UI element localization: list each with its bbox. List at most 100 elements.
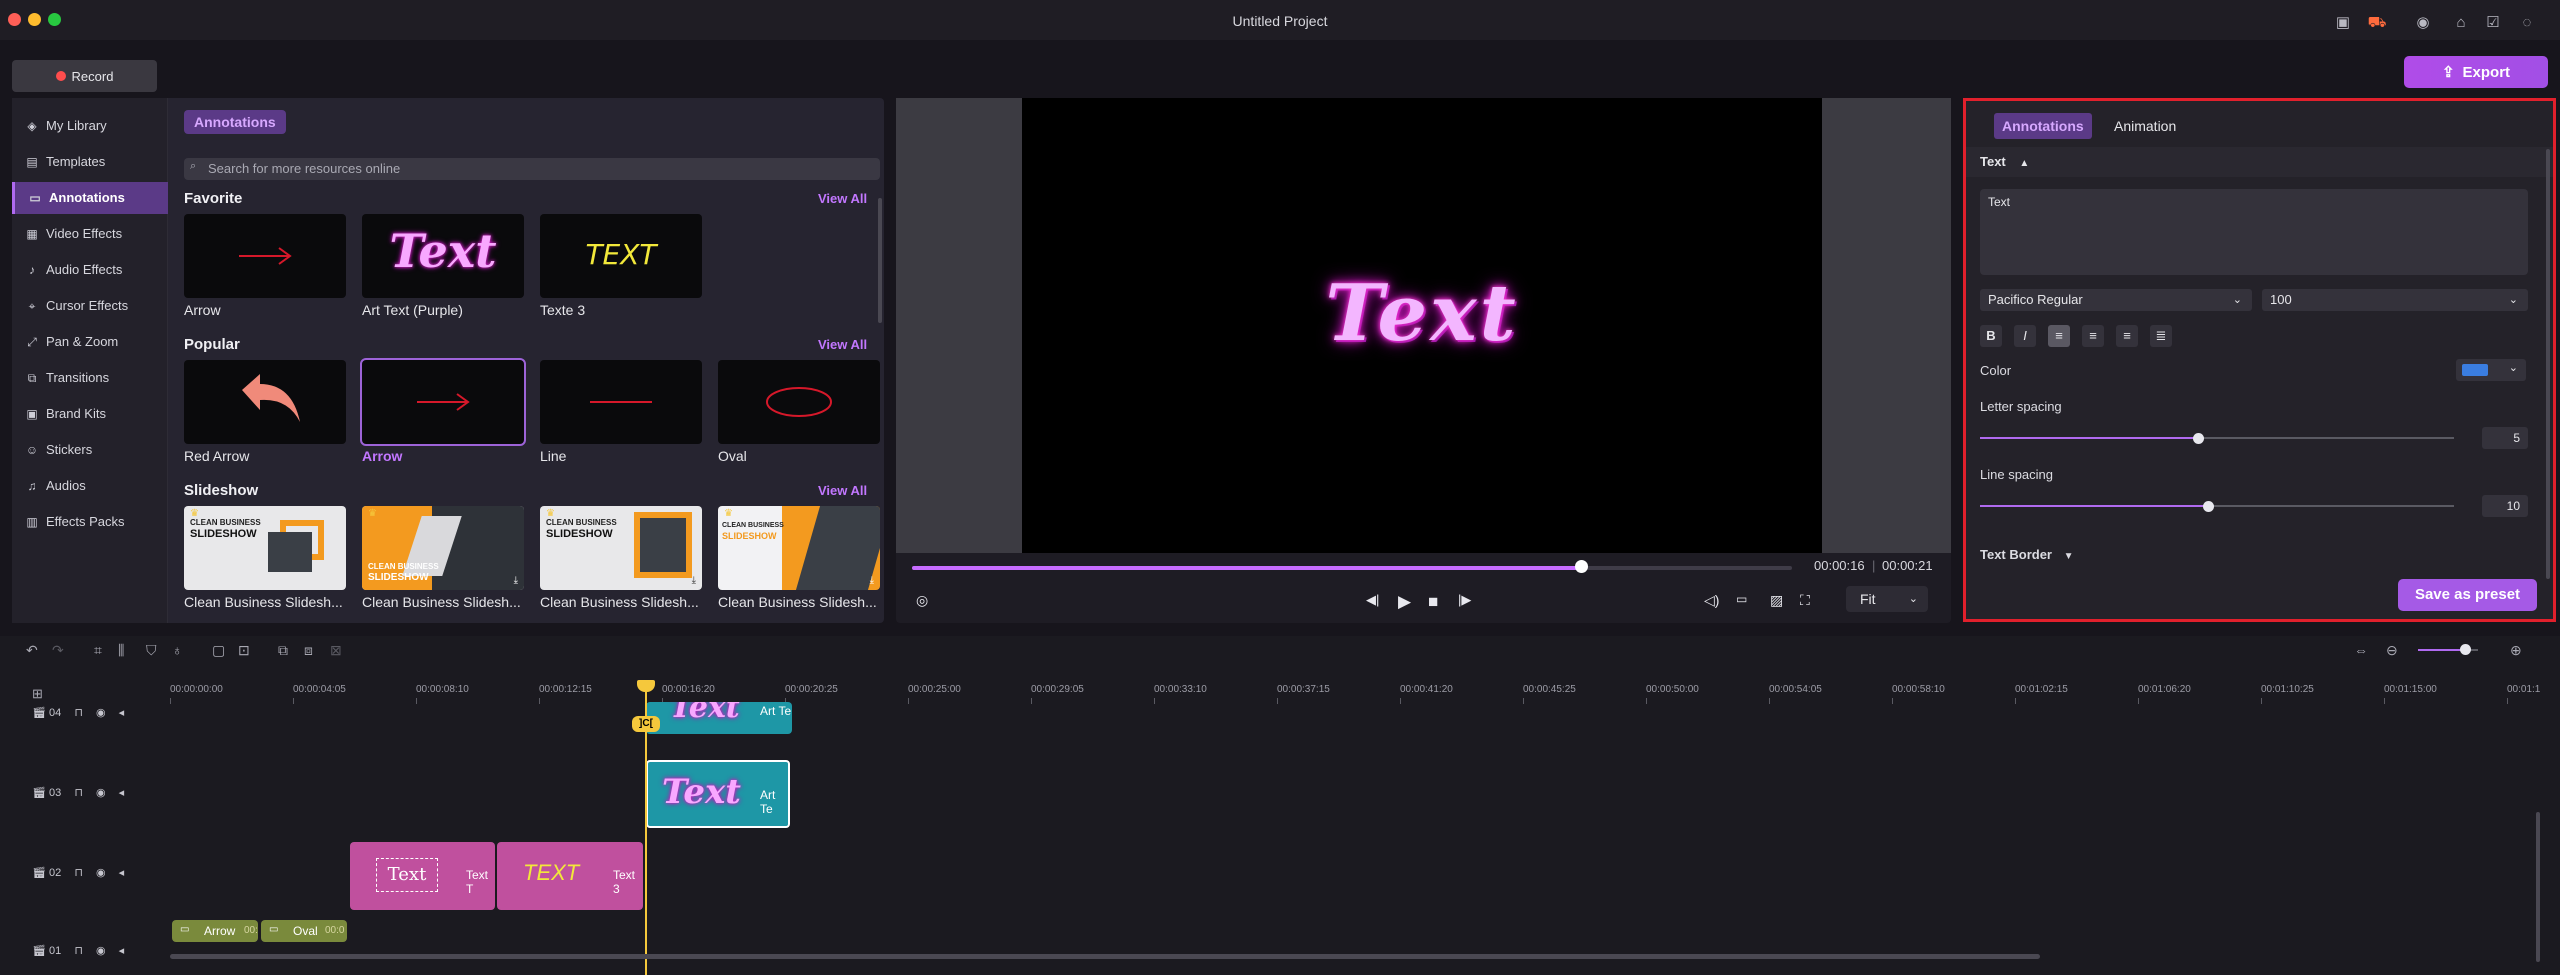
marker-icon[interactable]: ⛉	[146, 642, 157, 659]
speaker-icon[interactable]: ◂	[119, 787, 125, 799]
tab-animation[interactable]: Animation	[2106, 113, 2184, 139]
canvas-text-annotation[interactable]: Text	[1022, 268, 1822, 359]
tab-annotations[interactable]: Annotations	[1994, 113, 2092, 139]
account-icon[interactable]: ◉	[2412, 12, 2434, 34]
timeline-vertical-scrollbar[interactable]	[2536, 812, 2540, 962]
speaker-icon[interactable]: ◂	[119, 707, 125, 719]
sidebar-item-cursor-effects[interactable]: ⌖ Cursor Effects	[12, 290, 168, 322]
card-line[interactable]	[540, 360, 702, 444]
text-border-section-header[interactable]: Text Border ▼	[1980, 547, 2074, 562]
line-spacing-value[interactable]: 10	[2482, 495, 2528, 517]
sidebar-item-transitions[interactable]: ⧉ Transitions	[12, 362, 168, 394]
volume-icon[interactable]: ◁)	[1704, 592, 1719, 609]
learn-icon[interactable]: ⌂	[2450, 12, 2472, 34]
play-icon[interactable]: ▶	[1398, 592, 1411, 612]
sidebar-item-pan-zoom[interactable]: ⤢ Pan & Zoom	[12, 326, 168, 358]
feedback-icon[interactable]: ☑	[2482, 12, 2504, 34]
view-all-favorite[interactable]: View All	[818, 191, 867, 206]
crop-icon[interactable]: ⌗	[94, 642, 102, 659]
playhead-split-badge[interactable]: ]C[	[632, 716, 660, 732]
align-right-icon[interactable]: ≡	[2116, 325, 2138, 347]
library-scrollbar[interactable]	[878, 198, 882, 323]
text-content-input[interactable]: Text	[1980, 189, 2528, 275]
letter-spacing-value[interactable]: 5	[2482, 427, 2528, 449]
lock-icon[interactable]: ⊓	[74, 867, 83, 879]
add-track-icon[interactable]: ⊞	[32, 686, 43, 702]
eye-icon[interactable]: ◉	[96, 945, 106, 957]
zoom-fit-select[interactable]: Fit ⌄	[1846, 586, 1928, 612]
sidebar-item-annotations[interactable]: ▭ Annotations	[12, 182, 168, 214]
lock-icon[interactable]: ⊓	[74, 787, 83, 799]
font-size-select[interactable]: 100 ⌄	[2262, 289, 2528, 311]
eye-icon[interactable]: ◉	[96, 787, 106, 799]
group-icon[interactable]: ⧉	[278, 642, 288, 659]
aspect-ratio-icon[interactable]: ▭	[1736, 592, 1747, 606]
card-slideshow-4[interactable]: CLEAN BUSINESS SLIDESHOW ♛ ⤓	[718, 506, 880, 590]
card-red-arrow[interactable]	[184, 360, 346, 444]
support-icon[interactable]: ◌	[2516, 12, 2538, 34]
fit-timeline-icon[interactable]: ⇔	[2354, 642, 2368, 658]
justify-icon[interactable]: ≣	[2150, 325, 2172, 347]
sidebar-item-templates[interactable]: ▤ Templates	[12, 146, 168, 178]
preview-canvas[interactable]: Text	[1022, 98, 1822, 553]
search-input[interactable]: Search for more resources online	[184, 158, 880, 180]
detach-icon[interactable]: ⊠	[330, 642, 342, 659]
align-left-icon[interactable]: ≡	[2048, 325, 2070, 347]
download-icon[interactable]: ⤓	[514, 575, 518, 586]
sidebar-item-audios[interactable]: ♫ Audios	[12, 470, 168, 502]
playback-progress-handle[interactable]	[1574, 560, 1588, 573]
card-arrow-favorite[interactable]	[184, 214, 346, 298]
clip-track04-art-text[interactable]: Text Art Te	[646, 702, 792, 734]
eye-icon[interactable]: ◉	[96, 707, 106, 719]
sidebar-item-audio-effects[interactable]: ♪ Audio Effects	[12, 254, 168, 286]
font-family-select[interactable]: Pacifico Regular ⌄	[1980, 289, 2252, 311]
ungroup-icon[interactable]: ⧈	[304, 642, 313, 659]
card-arrow-popular[interactable]	[360, 358, 526, 446]
record-button[interactable]: Record	[12, 60, 157, 92]
properties-scrollbar[interactable]	[2546, 149, 2550, 579]
lock-icon[interactable]: ⊓	[74, 707, 83, 719]
card-slideshow-3[interactable]: CLEAN BUSINESS SLIDESHOW ♛ ⤓	[540, 506, 702, 590]
speaker-icon[interactable]: ◂	[119, 945, 125, 957]
sidebar-item-stickers[interactable]: ☺ Stickers	[12, 434, 168, 466]
clip-track03-art-text[interactable]: Text Art Te	[646, 760, 790, 828]
card-texte-3[interactable]: TEXT	[540, 214, 702, 298]
sidebar-item-brand-kits[interactable]: ▣ Brand Kits	[12, 398, 168, 430]
clip-track01-oval[interactable]: ▭ Oval 00:0	[261, 920, 347, 942]
letter-spacing-handle[interactable]	[2193, 433, 2205, 444]
split-icon[interactable]: ⫼	[118, 642, 124, 659]
screenshot-icon[interactable]: ◎	[916, 592, 928, 609]
text-section-header[interactable]: Text ▲	[1966, 147, 2553, 177]
background-icon[interactable]: ▨	[1770, 592, 1783, 609]
clip-track01-arrow[interactable]: ▭ Arrow 00:	[172, 920, 258, 942]
sidebar-item-effects-packs[interactable]: ▥ Effects Packs	[12, 506, 168, 538]
stop-icon[interactable]: ■	[1428, 592, 1438, 612]
sidebar-item-video-effects[interactable]: ▦ Video Effects	[12, 218, 168, 250]
card-oval[interactable]	[718, 360, 880, 444]
comment-icon[interactable]: ▢	[212, 642, 225, 659]
align-center-icon[interactable]: ≡	[2082, 325, 2104, 347]
eye-icon[interactable]: ◉	[96, 867, 106, 879]
view-all-slideshow[interactable]: View All	[818, 483, 867, 498]
undo-icon[interactable]: ↶	[26, 642, 38, 659]
category-tag[interactable]: Annotations	[184, 110, 286, 134]
card-slideshow-1[interactable]: CLEAN BUSINESS SLIDESHOW ♛	[184, 506, 346, 590]
color-picker[interactable]: ⌄	[2456, 359, 2526, 381]
card-art-text-purple[interactable]: Text	[362, 214, 524, 298]
media-icon[interactable]: ▣	[2332, 12, 2354, 34]
cart-icon[interactable]: ⛟	[2366, 12, 2388, 34]
fullscreen-icon[interactable]: ⛶	[1800, 592, 1810, 609]
zoom-in-icon[interactable]: ⊕	[2510, 642, 2522, 659]
lock-icon[interactable]: ⊓	[74, 945, 83, 957]
timeline-ruler[interactable]: 00:00:00:00 00:00:04:05 00:00:08:10 00:00:1…	[170, 684, 2560, 704]
next-frame-icon[interactable]: |▶	[1458, 592, 1471, 608]
download-icon[interactable]: ⤓	[870, 575, 874, 586]
microphone-icon[interactable]: ♁	[172, 642, 183, 658]
card-slideshow-2[interactable]: CLEAN BUSINESS SLIDESHOW ♛ ⤓	[362, 506, 524, 590]
clip-track02-text-3[interactable]: TEXT Text 3	[497, 842, 643, 910]
clip-track02-text[interactable]: Text Text T	[350, 842, 495, 910]
line-spacing-handle[interactable]	[2202, 501, 2214, 512]
timeline-horizontal-scrollbar[interactable]	[170, 954, 2040, 959]
redo-icon[interactable]: ↷	[52, 642, 64, 659]
bold-button[interactable]: B	[1980, 325, 2002, 347]
